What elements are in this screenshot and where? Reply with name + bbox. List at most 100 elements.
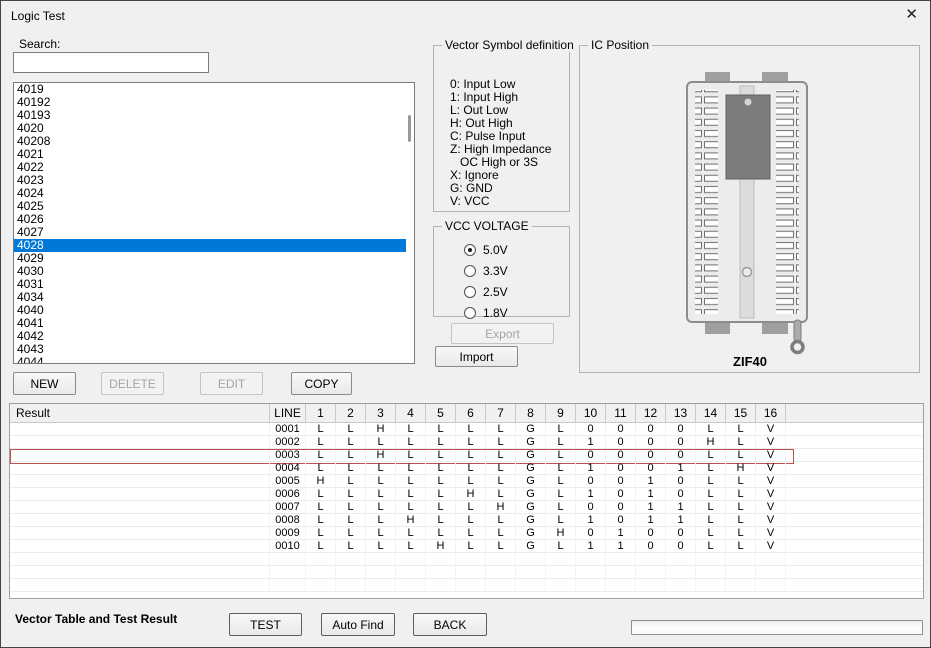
pin-value: L — [546, 462, 576, 475]
auto-find-button[interactable]: Auto Find — [321, 613, 395, 636]
pin-value: L — [306, 462, 336, 475]
result-row-0010[interactable]: 0010LLLLHLLGL1100LLV — [10, 540, 923, 553]
pin-value: H — [726, 462, 756, 475]
pin-value: L — [456, 436, 486, 449]
list-scrollbar-thumb[interactable] — [408, 115, 411, 142]
list-item[interactable]: 4028 — [14, 239, 406, 252]
pin-value: L — [306, 488, 336, 501]
progress-bar — [631, 620, 923, 635]
row-filler — [786, 475, 923, 488]
result-row-0005[interactable]: 0005HLLLLLLGL0010LLV — [10, 475, 923, 488]
pin-value: L — [366, 527, 396, 540]
pin-value: 0 — [606, 436, 636, 449]
list-item[interactable]: 4025 — [14, 200, 406, 213]
pin-cell — [366, 579, 396, 592]
pin-value: 0 — [666, 475, 696, 488]
device-list[interactable]: 4019401924019340204020840214022402340244… — [13, 82, 415, 364]
pin-value: 0 — [576, 449, 606, 462]
pin-value: L — [726, 436, 756, 449]
search-input[interactable] — [13, 52, 209, 73]
edit-button: EDIT — [200, 372, 263, 395]
radio-icon[interactable] — [464, 307, 476, 319]
pin-cell — [666, 553, 696, 566]
import-button[interactable]: Import — [435, 346, 518, 367]
pin-value: H — [366, 423, 396, 436]
pin-value: L — [486, 475, 516, 488]
pin-value: L — [396, 540, 426, 553]
list-item[interactable]: 4041 — [14, 317, 406, 330]
pin-value: H — [306, 475, 336, 488]
list-item[interactable]: 4027 — [14, 226, 406, 239]
list-item[interactable]: 4024 — [14, 187, 406, 200]
result-row-0003[interactable]: 0003LLHLLLLGL0000LLV — [10, 449, 923, 462]
delete-button: DELETE — [101, 372, 164, 395]
result-cell — [10, 553, 270, 566]
vcc-option-1.8V[interactable]: 1.8V — [464, 302, 569, 323]
radio-icon[interactable] — [464, 265, 476, 277]
pin-column-header: 4 — [396, 404, 426, 422]
pin-column-header: 13 — [666, 404, 696, 422]
list-item[interactable]: 4020 — [14, 122, 406, 135]
pin-value: L — [426, 475, 456, 488]
pin-value: L — [366, 540, 396, 553]
back-button[interactable]: BACK — [413, 613, 487, 636]
radio-icon[interactable] — [464, 244, 476, 256]
list-item[interactable]: 4022 — [14, 161, 406, 174]
list-item[interactable]: 4042 — [14, 330, 406, 343]
list-item[interactable]: 4040 — [14, 304, 406, 317]
result-cell — [10, 540, 270, 553]
result-row-0006[interactable]: 0006LLLLLHLGL1010LLV — [10, 488, 923, 501]
pin-cell — [366, 566, 396, 579]
result-row-0008[interactable]: 0008LLLHLLLGL1011LLV — [10, 514, 923, 527]
list-item[interactable]: 4030 — [14, 265, 406, 278]
list-item[interactable]: 4019 — [14, 83, 406, 96]
copy-button[interactable]: COPY — [291, 372, 352, 395]
pin-value: V — [756, 475, 786, 488]
test-button[interactable]: TEST — [229, 613, 302, 636]
result-row-0002[interactable]: 0002LLLLLLLGL1000HLV — [10, 436, 923, 449]
line-number: 0007 — [270, 501, 306, 514]
list-item[interactable]: 40192 — [14, 96, 406, 109]
line-number: 0008 — [270, 514, 306, 527]
pin-value: L — [486, 527, 516, 540]
list-item[interactable]: 4034 — [14, 291, 406, 304]
pin-value: L — [726, 488, 756, 501]
result-cell — [10, 527, 270, 540]
list-item[interactable]: 4026 — [14, 213, 406, 226]
list-item[interactable]: 4044 — [14, 356, 406, 364]
list-item[interactable]: 40193 — [14, 109, 406, 122]
pin-value: 0 — [666, 527, 696, 540]
pin-value: L — [396, 527, 426, 540]
list-item[interactable]: 4021 — [14, 148, 406, 161]
new-button[interactable]: NEW — [13, 372, 76, 395]
pin-cell — [486, 566, 516, 579]
pin-cell — [696, 566, 726, 579]
pin-value: 1 — [606, 540, 636, 553]
vcc-option-3.3V[interactable]: 3.3V — [464, 260, 569, 281]
result-cell — [10, 579, 270, 592]
result-row-0004[interactable]: 0004LLLLLLLGL1001LHV — [10, 462, 923, 475]
pin-cell — [756, 566, 786, 579]
result-row-0009[interactable]: 0009LLLLLLLGH0100LLV — [10, 527, 923, 540]
vcc-voltage-groupbox: VCC VOLTAGE 5.0V3.3V2.5V1.8V — [433, 226, 570, 317]
vcc-option-5.0V[interactable]: 5.0V — [464, 239, 569, 260]
pin-value: L — [366, 488, 396, 501]
list-item[interactable]: 4023 — [14, 174, 406, 187]
pin-value: L — [486, 436, 516, 449]
radio-icon[interactable] — [464, 286, 476, 298]
list-item[interactable]: 4043 — [14, 343, 406, 356]
pin-value: H — [366, 449, 396, 462]
close-icon[interactable]: ✕ — [905, 6, 918, 24]
pin-value: L — [696, 514, 726, 527]
pin-value: H — [546, 527, 576, 540]
pin-value: L — [366, 514, 396, 527]
list-item[interactable]: 4031 — [14, 278, 406, 291]
vcc-option-2.5V[interactable]: 2.5V — [464, 281, 569, 302]
pin-value: L — [546, 514, 576, 527]
pin-cell — [426, 553, 456, 566]
result-row-0007[interactable]: 0007LLLLLLHGL0011LLV — [10, 501, 923, 514]
list-item[interactable]: 40208 — [14, 135, 406, 148]
radio-label: 3.3V — [483, 264, 508, 278]
result-row-0001[interactable]: 0001LLHLLLLGL0000LLV — [10, 423, 923, 436]
list-item[interactable]: 4029 — [14, 252, 406, 265]
